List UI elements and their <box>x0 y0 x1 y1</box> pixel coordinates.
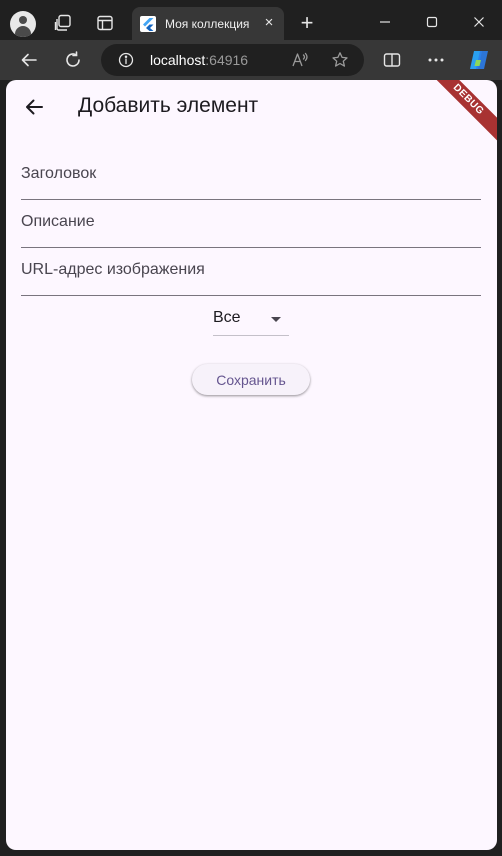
copilot-icon[interactable] <box>466 47 492 73</box>
flutter-favicon-icon <box>140 16 156 32</box>
arrow-back-icon <box>26 99 43 115</box>
site-info-icon[interactable] <box>118 52 134 68</box>
back-button[interactable] <box>18 91 50 123</box>
read-aloud-icon[interactable] <box>291 51 309 69</box>
app-page: Добавить элемент DEBUG Все Сохранить <box>6 80 497 850</box>
tab-actions-icon[interactable] <box>94 12 116 34</box>
address-url: localhost:64916 <box>150 52 248 68</box>
browser-toolbar: localhost:64916 <box>0 40 502 80</box>
description-input[interactable] <box>21 199 481 245</box>
image-url-field[interactable] <box>21 247 481 296</box>
url-host: localhost <box>150 52 206 68</box>
profile-avatar-icon[interactable] <box>10 11 36 37</box>
category-dropdown-value: Все <box>213 309 241 326</box>
browser-tab-active[interactable]: Моя коллекция × <box>132 7 284 41</box>
new-tab-button[interactable]: + <box>296 12 318 34</box>
maximize-window-icon[interactable] <box>420 10 444 34</box>
tab-title: Моя коллекция <box>165 17 250 31</box>
app-bar: Добавить элемент <box>6 80 497 136</box>
workspaces-icon[interactable] <box>52 12 74 34</box>
address-bar[interactable]: localhost:64916 <box>101 44 364 76</box>
url-port: :64916 <box>205 52 249 68</box>
title-input[interactable] <box>21 151 481 197</box>
description-field[interactable] <box>21 199 481 248</box>
title-field[interactable] <box>21 151 481 200</box>
category-dropdown[interactable]: Все <box>213 305 289 336</box>
image-url-input[interactable] <box>21 247 481 293</box>
close-window-icon[interactable] <box>467 10 491 34</box>
minimize-window-icon[interactable] <box>373 10 397 34</box>
back-navigation-icon[interactable] <box>18 49 40 71</box>
dropdown-arrow-icon <box>271 317 281 322</box>
refresh-icon[interactable] <box>62 49 84 71</box>
favorite-star-icon[interactable] <box>331 51 349 69</box>
split-screen-icon[interactable] <box>382 50 402 70</box>
tab-close-icon[interactable]: × <box>260 14 278 32</box>
more-options-icon[interactable] <box>425 50 447 70</box>
save-button[interactable]: Сохранить <box>192 364 310 395</box>
page-title: Добавить элемент <box>78 94 259 117</box>
